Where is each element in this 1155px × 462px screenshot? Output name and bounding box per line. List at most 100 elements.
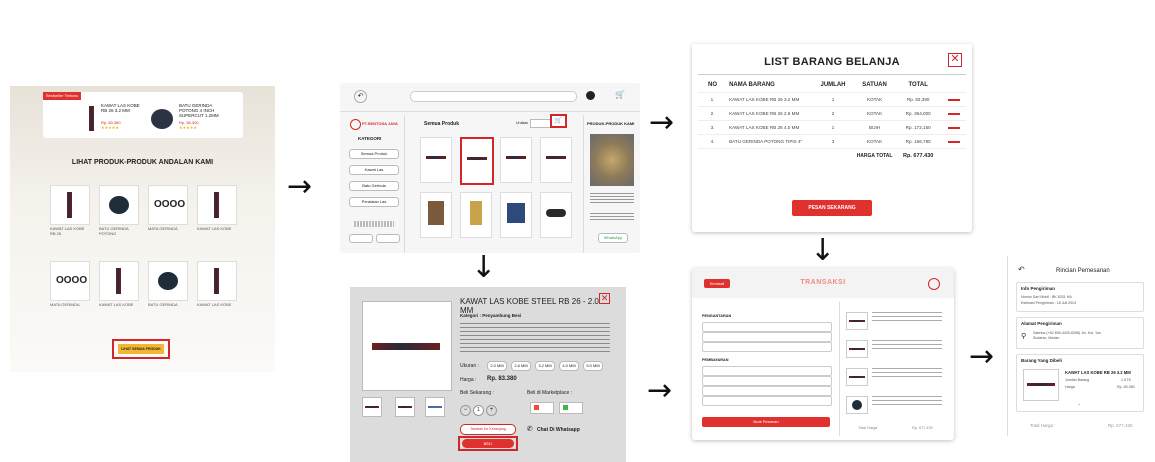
avatar[interactable] [586,91,595,100]
arrow-right-icon: → [287,169,313,204]
close-icon[interactable]: ✕ [948,53,962,67]
marketplace-button[interactable] [559,402,583,414]
category-item[interactable]: Peralatan Las [349,197,399,207]
promo-image [590,134,634,186]
size-label: Ukuran : [460,363,479,369]
product-card[interactable] [99,185,139,225]
product-card[interactable] [540,192,572,238]
remove-icon[interactable] [941,106,966,121]
product-card[interactable] [50,185,90,225]
grand-total-label: HARGA TOTAL [853,148,896,163]
payment-title: PEMBAYARAN [702,358,729,362]
info-title: Info Pengiriman [1021,286,1056,291]
order-item [846,366,946,388]
cell-total: Rp. 156,780 [895,134,942,149]
items-title: Barang Yang Dibeli [1021,358,1062,363]
product-description [460,323,610,355]
product-category: Kategori : Penyambung Besi [460,313,522,318]
create-order-button[interactable]: Buat Pesanan [702,417,830,427]
info-line: Nomor Dari Mobil : BK 8331 HA [1021,295,1072,299]
back-icon[interactable]: ↶ [354,90,367,103]
remove-icon[interactable] [941,134,966,149]
size-option[interactable]: 2.6 MM [511,361,531,371]
product-card[interactable] [500,137,532,183]
size-option[interactable]: 4.0 MM [559,361,579,371]
product-card[interactable] [420,192,452,238]
bestseller-badge: Bestseller Terbaru [43,92,82,100]
product-name: KAWAT LAS KOBE RB 26 3.2 MM [101,103,140,113]
remove-icon[interactable] [941,92,966,107]
product-card[interactable] [460,192,492,238]
order-item [846,394,946,416]
product-card[interactable]: OOOO [148,185,188,225]
item-price: Rp. 83.380 [1117,385,1135,389]
product-card[interactable] [420,137,452,183]
category-item[interactable]: Kawat Las [349,165,399,175]
cart-button[interactable]: 🛒 [550,114,567,128]
chevron-down-icon[interactable]: ⌄ [1077,401,1081,407]
size-option[interactable]: 2.0 MM [487,361,507,371]
product-card[interactable] [148,261,188,301]
chat-whatsapp-link[interactable]: Chat Di Whatsapp [537,427,580,433]
total-label: Total Harga [858,426,878,430]
search-input[interactable] [410,91,577,102]
item-price-label: Harga [1065,385,1075,389]
footer-button[interactable] [376,234,400,243]
product-card[interactable] [197,261,237,301]
product-card[interactable] [197,185,237,225]
section-heading: LIHAT PRODUK-PRODUK ANDALAN KAMI [71,159,214,166]
column-header: JUMLAH [820,82,846,88]
address-text: Sabrina (+62 895-4420-6398) Jln. Kol. Yo… [1033,331,1101,340]
cart-icon[interactable]: 🛒 [615,90,625,99]
arrow-right-icon: → [647,373,673,408]
total-value: Rp. 677.430 [1108,423,1133,428]
order-panel: ↶ Rincian Pemesanan Info Pengiriman Nomo… [1007,256,1148,436]
cell-unit: KOTAK [853,92,896,107]
brand-logo [928,278,940,290]
buy-button[interactable]: BELI [462,439,514,448]
quantity-stepper[interactable]: − 1 + [460,405,497,416]
remove-icon[interactable] [941,120,966,135]
marketplace-button[interactable] [530,402,554,414]
cell-no: 1. [698,92,728,107]
cart-title: LIST BARANG BELANJA [764,56,900,68]
item-name: KAWAT LAS KOBE RB 26 3.2 MM [1065,370,1131,375]
shipping-title: PENGANTARAN [702,314,732,318]
category-item[interactable]: Batu Gerinda [349,181,399,191]
sort-label: Urutkan [516,121,529,125]
size-option[interactable]: 3.2 MM [535,361,555,371]
column-header: SATUAN [862,82,887,88]
arrow-right-icon: → [649,105,675,140]
product-card[interactable] [99,261,139,301]
grand-total-value: Rp. 677.430 [895,148,942,163]
product-card[interactable] [540,137,572,183]
size-option[interactable]: 5.0 MM [583,361,603,371]
cell-no: 4. [698,134,728,149]
total-row: HARGA TOTAL Rp. 677.430 [698,148,966,163]
whatsapp-button[interactable]: WhatsApp [598,233,628,243]
order-now-button[interactable]: PESAN SEKARANG [792,200,872,216]
featured-card: Bestseller Terbaru KAWAT LAS KOBE RB 26 … [43,92,243,138]
close-icon[interactable]: ✕ [599,293,610,304]
catalog-panel: ↶ 🛒 PT.SENTOSA JAYA KATEGORI Semua Produ… [340,83,640,253]
cell-total: Rp. 364,000 [895,106,942,121]
add-to-cart-button[interactable]: Tambah Ke Keranjang [460,424,516,435]
cell-name: KAWAT LAS KOBE RB 26 2.6 MM [727,106,813,121]
item-qty: 1 KTK [1121,378,1131,382]
back-icon[interactable]: ↶ [1018,265,1025,274]
product-card[interactable] [500,192,532,238]
arrow-down-icon: ↓ [471,250,497,285]
product-card[interactable] [460,137,494,185]
section-title: Semua Produk [424,121,460,127]
cell-name: KAWAT LAS KOBE RB 26 4.0 MM [727,120,813,135]
product-card[interactable]: OOOO [50,261,90,301]
buy-now-label: Beli Sekarang : [460,390,494,396]
marketplace-label: Beli di Marketplace : [527,390,573,396]
cell-qty: 2 [812,106,854,121]
category-item[interactable]: Semua Produk [349,149,399,159]
cell-qty: 3 [812,134,854,149]
product-image-rod [372,343,440,350]
see-all-button[interactable]: LIHAT SEMUA PRODUK [118,344,164,354]
cell-no: 3. [698,120,728,135]
footer-button[interactable] [349,234,373,243]
